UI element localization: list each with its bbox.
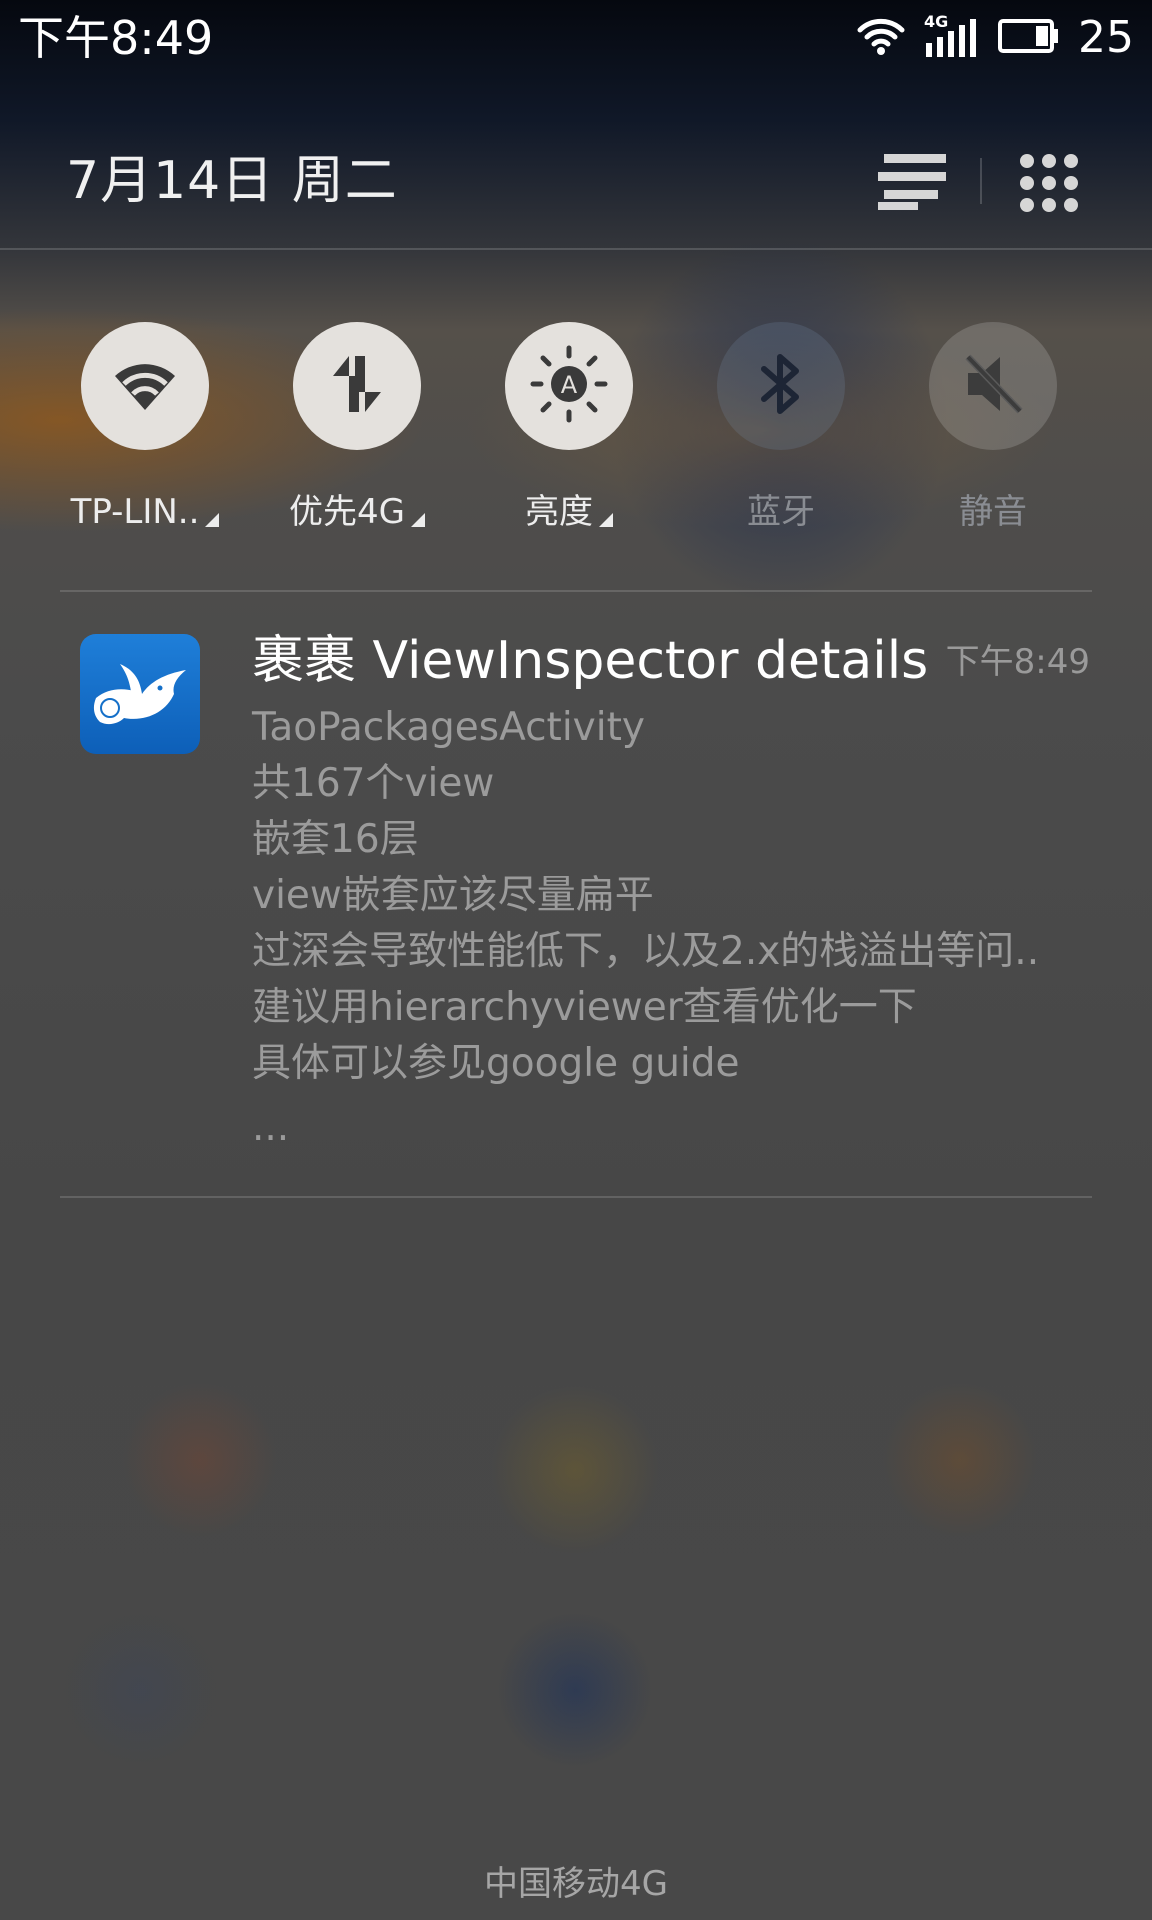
notification-separator <box>60 1196 1092 1198</box>
menu-triangle-icon <box>205 513 220 527</box>
notification-line: view嵌套应该尽量扁平 <box>252 873 654 918</box>
signal-icon: 4G <box>924 13 980 61</box>
toggle-mute[interactable] <box>929 322 1057 450</box>
toggle-brightness[interactable]: A <box>505 322 633 450</box>
notification-line: 嵌套16层 <box>252 817 419 862</box>
wifi-icon <box>856 16 906 60</box>
notification-list-icon[interactable] <box>876 152 948 212</box>
status-time: 下午8:49 <box>18 11 214 65</box>
toggle-bluetooth-label: 蓝牙 <box>747 492 815 532</box>
svg-text:A: A <box>561 371 578 399</box>
date-label: 7月14日 周二 <box>66 151 398 211</box>
dove-icon <box>90 652 190 736</box>
header-separator <box>0 248 1152 250</box>
notification-line: 具体可以参见google guide <box>252 1041 740 1086</box>
notification-time: 下午8:49 <box>945 642 1090 682</box>
toggle-wifi-label: TP-LIN.. <box>39 488 251 536</box>
toggle-wifi[interactable] <box>81 322 209 450</box>
mobile-data-icon <box>325 352 389 420</box>
mute-icon <box>958 349 1028 423</box>
battery-icon <box>998 19 1060 57</box>
menu-triangle-icon <box>599 513 613 527</box>
notification-line: ... <box>252 1105 290 1150</box>
carrier-label: 中国移动4G <box>484 1864 668 1904</box>
bluetooth-icon <box>756 349 806 423</box>
header-divider <box>980 158 982 204</box>
toggle-mobile-data-label: 优先4G <box>251 488 463 536</box>
notification-line: TaoPackagesActivity <box>252 705 645 750</box>
toggle-mobile-data[interactable] <box>293 322 421 450</box>
app-icon <box>80 634 200 754</box>
toggles-separator <box>60 590 1092 592</box>
auto-brightness-icon: A <box>529 344 609 428</box>
toggle-mute-label: 静音 <box>959 492 1027 532</box>
notification-line: 共167个view <box>252 761 495 806</box>
notification-line: 过深会导致性能低下，以及2.x的栈溢出等问.. <box>252 929 1040 974</box>
menu-triangle-icon <box>410 513 425 527</box>
wifi-icon <box>110 356 180 416</box>
notification-line: 建议用hierarchyviewer查看优化一下 <box>252 985 917 1030</box>
battery-level: 25 <box>1078 12 1134 63</box>
notification-title: 裹裹 ViewInspector details <box>252 631 929 691</box>
status-icons: 4G 25 <box>856 8 1134 68</box>
toggle-bluetooth[interactable] <box>717 322 845 450</box>
app-grid-icon[interactable] <box>1018 152 1080 214</box>
toggle-brightness-label: 亮度 <box>463 488 675 536</box>
